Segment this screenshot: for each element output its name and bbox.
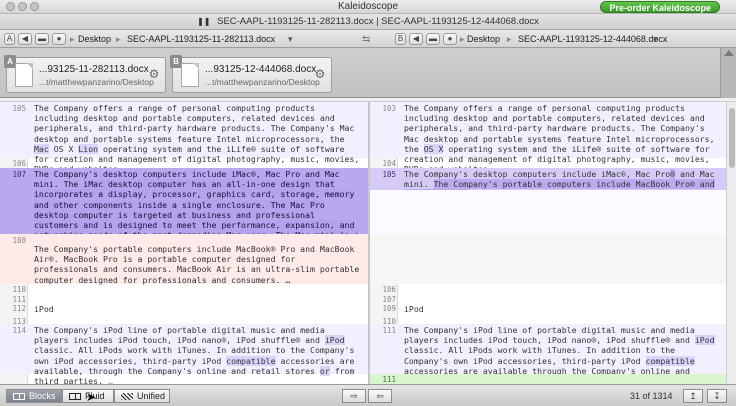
right-block-blank: 104: [370, 158, 726, 168]
right-block-modified[interactable]: 103 The Company offers a range of person…: [370, 102, 726, 174]
left-paragraph-108: The Company's portable computers include…: [34, 244, 360, 285]
chevron-down-icon[interactable]: ▾: [653, 33, 658, 45]
right-ipod-heading: iPod: [404, 304, 424, 314]
document-icon: [181, 63, 199, 87]
previous-change-button[interactable]: ⇦: [368, 389, 392, 403]
line-number: 107: [12, 170, 26, 179]
chevron-up-icon: [724, 50, 734, 56]
drive-icon[interactable]: ▬: [35, 33, 49, 45]
line-number: 111: [382, 375, 396, 384]
line-number: 111: [382, 326, 396, 335]
user-icon[interactable]: ●: [443, 33, 457, 45]
file-area: A ...93125-11-282113.docx ...t/matthewpa…: [0, 48, 736, 98]
right-block-blank: 106: [370, 284, 726, 294]
file-b-path: ...t/matthewpanzarino/Desktop: [205, 77, 320, 87]
side-b-button[interactable]: B: [395, 33, 406, 45]
right-block-empty: [370, 234, 726, 284]
view-unified-button[interactable]: Unified: [114, 389, 170, 403]
gear-icon[interactable]: ⚙: [313, 67, 327, 81]
right-diff-pane[interactable]: 103 The Company offers a range of person…: [370, 102, 726, 384]
line-number: 105: [382, 170, 396, 179]
left-block-selected[interactable]: 107 The Company's desktop computers incl…: [0, 168, 368, 251]
arrow-down-icon: ↧: [713, 391, 721, 401]
breadcrumb-separator-icon: ▸: [116, 34, 121, 44]
fluid-view-icon: [69, 393, 81, 400]
left-diff-pane[interactable]: 105 The Company offers a range of person…: [0, 102, 368, 384]
right-block-modified[interactable]: 111 The Company's iPod line of portable …: [370, 324, 726, 384]
breadcrumb-separator-icon: ▸: [70, 34, 75, 44]
drive-icon[interactable]: ▬: [426, 33, 440, 45]
document-tab[interactable]: ❚❚ SEC-AAPL-1193125-11-282113.docx | SEC…: [0, 16, 736, 27]
left-block-modified[interactable]: 114 The Company's iPod line of portable …: [0, 324, 368, 384]
left-block-modified[interactable]: 105 The Company offers a range of person…: [0, 102, 368, 174]
path-bar: A ◀ ▬ ● ▸ Desktop ▸ SEC-AAPL-1193125-11-…: [0, 30, 736, 48]
breadcrumb-folder-left[interactable]: Desktop: [78, 33, 111, 45]
line-number: 104: [382, 159, 396, 168]
file-a-path: ...t/matthewpanzarino/Desktop: [39, 77, 154, 87]
document-tab-label: SEC-AAPL-1193125-11-282113.docx | SEC-AA…: [217, 16, 539, 27]
line-number: 103: [382, 104, 396, 113]
blocks-view-icon: [13, 393, 25, 400]
swap-sides-icon[interactable]: ⇆: [362, 34, 370, 45]
right-block-added[interactable]: 111: [370, 374, 726, 384]
line-number: 106: [382, 285, 396, 294]
view-blocks-button[interactable]: Blocks: [6, 389, 62, 403]
left-paragraph-114: The Company's iPod line of portable digi…: [34, 325, 355, 384]
breadcrumb-file-right[interactable]: SEC-AAPL-1193125-12-444068.docx: [518, 33, 667, 45]
vertical-scrollbar[interactable]: [726, 102, 736, 384]
back-icon[interactable]: ◀: [409, 33, 423, 45]
file-card-a[interactable]: A ...93125-11-282113.docx ...t/matthewpa…: [4, 55, 166, 93]
pause-icon: ❚❚: [197, 17, 211, 26]
next-change-button[interactable]: ⇨: [342, 389, 366, 403]
line-number: 112: [12, 304, 26, 313]
scroll-to-bottom-button[interactable]: ↧: [707, 389, 727, 403]
back-icon[interactable]: ◀: [18, 33, 32, 45]
file-b-name: ...93125-12-444068.docx: [205, 64, 317, 75]
line-number: 114: [12, 326, 26, 335]
right-block-spacer: [370, 190, 726, 234]
breadcrumb-file-left[interactable]: SEC-AAPL-1193125-11-282113.docx: [127, 33, 275, 45]
line-number: 110: [12, 285, 26, 294]
line-number: 108: [12, 236, 26, 245]
left-ipod-heading: iPod: [34, 304, 54, 314]
side-a-button[interactable]: A: [4, 33, 15, 45]
view-blocks-label: Blocks: [29, 391, 56, 401]
view-unified-label: Unified: [137, 391, 166, 401]
left-block-deleted[interactable]: 108 The Company's portable computers inc…: [0, 234, 368, 285]
breadcrumb-separator-icon: ▸: [507, 34, 512, 44]
scroll-to-top-button[interactable]: ↥: [683, 389, 703, 403]
document-icon: [15, 63, 33, 87]
left-block-blank: 110: [0, 284, 368, 294]
arrow-up-icon: ↥: [689, 391, 697, 401]
arrow-right-icon: ⇨: [350, 391, 358, 401]
left-block-blank: 106: [0, 158, 368, 168]
line-number: 106: [12, 159, 26, 168]
right-block-selected[interactable]: 105 The Company's desktop computers incl…: [370, 168, 726, 200]
unified-view-icon: [121, 393, 133, 400]
file-card-b[interactable]: B ...93125-12-444068.docx ...t/matthewpa…: [170, 55, 332, 93]
bottom-toolbar: Blocks Fluid Unified ⇨ ⇦ 31 of 1314 ↥ ↧: [0, 384, 736, 406]
breadcrumb-separator-icon: ▸: [460, 34, 465, 44]
arrow-left-icon: ⇦: [376, 391, 384, 401]
user-icon[interactable]: ●: [52, 33, 66, 45]
title-bar: Kaleidoscope Pre-order Kaleidoscope: [0, 0, 736, 14]
document-tab-bar: ❚❚ SEC-AAPL-1193125-11-282113.docx | SEC…: [0, 14, 736, 30]
chevron-down-icon[interactable]: ▾: [288, 33, 293, 45]
file-a-name: ...93125-11-282113.docx: [39, 64, 149, 75]
breadcrumb-folder-right[interactable]: Desktop: [467, 33, 500, 45]
scrollbar-thumb[interactable]: [729, 108, 735, 168]
line-number: 105: [12, 104, 26, 113]
preorder-button[interactable]: Pre-order Kaleidoscope: [600, 1, 720, 13]
change-counter: 31 of 1314: [630, 391, 673, 401]
collapse-file-area-button[interactable]: [720, 48, 736, 98]
line-number: 109: [382, 304, 396, 313]
gear-icon[interactable]: ⚙: [147, 67, 161, 81]
mouse-cursor-icon: ➤: [86, 390, 97, 404]
